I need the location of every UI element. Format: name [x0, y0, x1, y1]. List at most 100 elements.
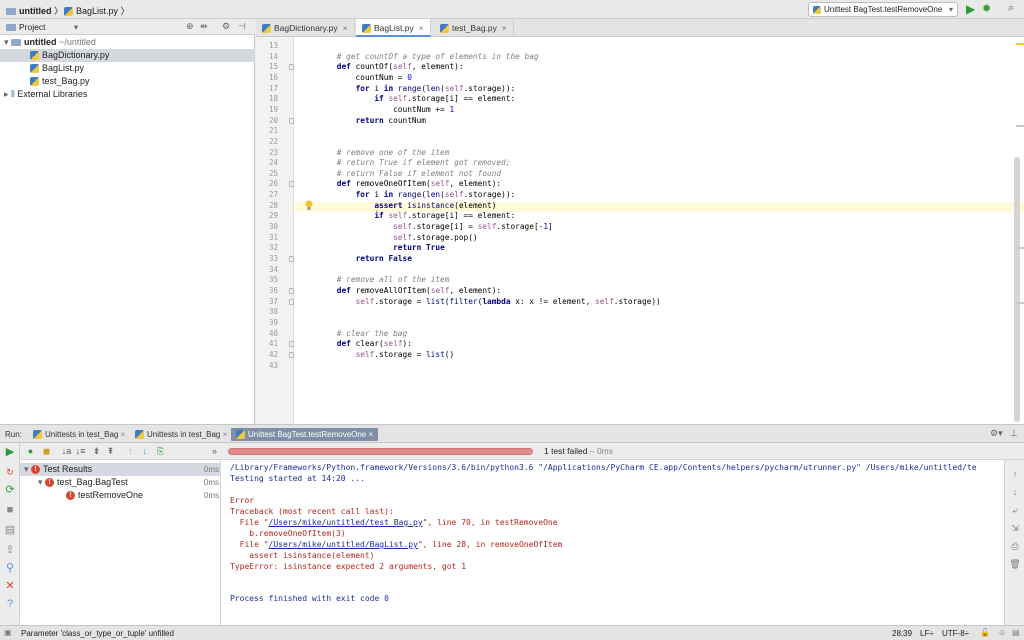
python-file-icon [813, 5, 821, 14]
fold-marker-icon[interactable] [289, 181, 294, 188]
layout-icon[interactable]: ▤ [3, 523, 17, 537]
editor-gutter: 13 14 15 16 17 18 19 20 21 22 23 24 25 26 27 28 29 30 31 32… [256, 37, 294, 424]
tree-test-class[interactable]: ▾ ! test_Bag.BagTest 0ms [20, 476, 221, 489]
close-icon[interactable]: × [419, 23, 424, 33]
close-icon[interactable]: × [223, 430, 228, 439]
fold-marker-icon[interactable] [289, 341, 294, 348]
export-results-icon[interactable]: ⎘ [154, 445, 167, 458]
tab-bagdictionary[interactable]: BagDictionary.py × [256, 19, 355, 37]
code-line: assert isinstance(element) [374, 200, 497, 210]
search-icon[interactable]: ⌕ [1008, 2, 1022, 16]
pin-tab-icon[interactable]: ⚲ [3, 561, 17, 575]
console-call1: b.removeOneOfItem(3) [230, 529, 346, 538]
close-icon[interactable]: × [121, 430, 126, 439]
debug-bug-icon[interactable]: ✹ [982, 2, 996, 16]
tab-test-bag[interactable]: test_Bag.py × [434, 19, 514, 37]
export-icon[interactable]: ⇪ [3, 543, 17, 557]
line-number: 27 [268, 190, 278, 200]
warning-stripe[interactable] [1016, 43, 1024, 45]
show-ignored-icon[interactable]: ◼ [40, 445, 53, 458]
expand-arrow-icon: ▾ [38, 477, 43, 487]
fold-marker-icon[interactable] [289, 351, 294, 358]
project-toolbar: Project ▾ ⊕ ⇹ ⚙ ⊣ [0, 19, 255, 35]
scroll-up-icon[interactable]: ↑ [1009, 468, 1021, 480]
close-icon[interactable]: × [369, 430, 374, 439]
inspector-icon[interactable]: ☺ [998, 628, 1006, 637]
run-tab-testremoveone[interactable]: Unittest BagTest.testRemoveOne × [231, 428, 379, 441]
print-icon[interactable]: ⎙ [1009, 540, 1021, 552]
sort-alphabetically-icon[interactable]: ↓a [60, 445, 73, 458]
tab-baglist[interactable]: BagList.py × [356, 19, 431, 37]
error-stripe[interactable] [1016, 302, 1024, 304]
scroll-down-icon[interactable]: ↓ [1009, 486, 1021, 498]
toggle-auto-test-icon[interactable]: ⟳ [3, 483, 17, 497]
hide-panel-icon[interactable]: ⊣ [238, 21, 246, 32]
fold-marker-icon[interactable] [289, 117, 294, 124]
trash-icon[interactable]: 🗑 [1009, 558, 1021, 570]
gear-icon[interactable]: ⚙ [222, 21, 230, 32]
python-file-icon [64, 7, 73, 17]
line-number: 13 [268, 41, 278, 50]
line-separator[interactable]: LF÷ [920, 629, 934, 638]
test-progress-bar [228, 448, 533, 455]
sort-duration-icon[interactable]: ↓≡ [74, 445, 87, 458]
navigation-bar: untitled 〉 BagList.py 〉 Unittest BagTest… [0, 0, 1024, 19]
fold-marker-icon[interactable] [289, 298, 294, 305]
run-console[interactable]: /Library/Frameworks/Python.framework/Ver… [221, 460, 1004, 625]
tree-external-libraries[interactable]: ▸ ⫴ External Libraries [0, 88, 255, 101]
scroll-to-end-icon[interactable]: ⇲ [1009, 522, 1021, 534]
collapse-all-icon[interactable]: ⇞ [104, 445, 117, 458]
tree-test-results[interactable]: ▾ ! Test Results 0ms [20, 463, 221, 476]
hide-panel-icon[interactable]: ⊥ [1010, 428, 1018, 439]
close-icon[interactable]: × [343, 23, 348, 33]
file-link-baglist[interactable]: /Users/mike/untitled/BagList.py [269, 540, 418, 549]
rerun-icon[interactable]: ▶ [3, 445, 17, 459]
soft-wrap-icon[interactable]: ⤶ [1009, 504, 1021, 516]
close-icon[interactable]: × [502, 23, 507, 33]
line-number: 16 [268, 72, 278, 82]
tool-window-toggle-icon[interactable]: ▣ [4, 628, 12, 637]
tree-file-test-bag[interactable]: test_Bag.py [0, 75, 255, 88]
line-number: 34 [268, 264, 278, 274]
expand-arrow-icon: ▾ [4, 37, 9, 47]
code-editor[interactable]: 13 14 15 16 17 18 19 20 21 22 23 24 25 26 27 28 29 30 31 32… [256, 37, 1024, 424]
editor-scrollbar[interactable] [1014, 157, 1020, 422]
project-root[interactable]: ▾ untitled ~/untitled [0, 36, 255, 49]
run-tab-unittests-2[interactable]: Unittests in test_Bag × [130, 428, 232, 441]
expand-all-icon[interactable]: ⇟ [90, 445, 103, 458]
fold-marker-icon[interactable] [289, 287, 294, 294]
file-encoding[interactable]: UTF-8÷ [942, 629, 969, 638]
show-passed-icon[interactable]: ● [24, 445, 37, 458]
stop-icon[interactable]: ■ [3, 503, 17, 517]
run-icon[interactable]: ▶ [966, 2, 980, 16]
collapse-icon[interactable]: ⇹ [200, 21, 208, 32]
folder-icon [6, 8, 16, 16]
gear-icon[interactable]: ⚙▾ [990, 428, 1003, 439]
locate-target-icon[interactable]: ⊕ [186, 21, 194, 32]
caret-position[interactable]: 28:39 [892, 629, 912, 638]
help-icon[interactable]: ? [3, 597, 17, 611]
close-run-icon[interactable]: ✕ [3, 579, 17, 593]
lightbulb-icon[interactable] [305, 200, 313, 211]
run-tab-unittests-1[interactable]: Unittests in test_Bag × [28, 428, 130, 441]
line-number: 35 [268, 275, 278, 285]
event-log-icon[interactable]: ▤ [1012, 628, 1020, 637]
tree-file-bagdictionary[interactable]: BagDictionary.py [0, 49, 255, 62]
error-stripe[interactable] [1016, 125, 1024, 127]
fold-marker-icon[interactable] [289, 256, 294, 262]
fold-marker-icon[interactable] [289, 64, 294, 71]
breadcrumb-project[interactable]: untitled 〉 [6, 4, 63, 17]
error-stripe[interactable] [1016, 247, 1024, 249]
run-configuration-select[interactable]: Unittest BagTest.testRemoveOne ▾ [808, 2, 958, 17]
project-view-select[interactable]: Project ▾ [6, 22, 78, 33]
previous-failed-icon[interactable]: ↑ [124, 445, 137, 458]
next-failed-icon[interactable]: ↓ [138, 445, 151, 458]
breadcrumb-file[interactable]: BagList.py 〉 [64, 4, 130, 17]
rerun-failed-icon[interactable]: ↻ [3, 465, 17, 479]
tree-test-method[interactable]: ! testRemoveOne 0ms [20, 489, 221, 502]
test-results-tree[interactable]: ▾ ! Test Results 0ms ▾ ! test_Bag.BagTest 0m… [20, 460, 221, 625]
lock-icon[interactable]: 🔓 [980, 628, 990, 637]
file-link-test-bag[interactable]: /Users/mike/untitled/test_Bag.py [269, 518, 423, 527]
tree-file-baglist[interactable]: BagList.py [0, 62, 255, 75]
python-file-icon [440, 24, 449, 34]
